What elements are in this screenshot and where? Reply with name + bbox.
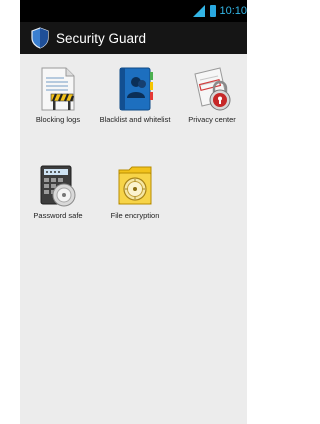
bottom-bar: [20, 408, 247, 424]
app-title: Security Guard: [56, 30, 147, 46]
status-indicators: 10:10: [193, 3, 247, 19]
battery-icon: [210, 5, 217, 17]
feature-file-encryption[interactable]: File encryption: [99, 164, 171, 220]
feature-password-safe[interactable]: Password safe: [22, 164, 94, 220]
feature-blacklist-whitelist[interactable]: Blacklist and whitelist: [99, 66, 171, 124]
feature-privacy-center[interactable]: Privacy center: [176, 66, 247, 124]
blocking-logs-icon: [41, 67, 75, 111]
status-time: 10:10: [219, 5, 247, 17]
feature-label: File encryption: [110, 211, 160, 220]
feature-label: Blacklist and whitelist: [99, 115, 171, 124]
feature-label: Blocking logs: [35, 115, 81, 124]
feature-blocking-logs[interactable]: Blocking logs: [22, 66, 94, 124]
feature-label: Password safe: [33, 211, 83, 220]
signal-icon: [193, 5, 206, 17]
privacy-lock-icon: [194, 67, 231, 111]
file-encryption-icon: [118, 166, 152, 205]
feature-label: Privacy center: [188, 115, 236, 124]
app-screen: 10:10 Security Guard Blocking logs Black…: [20, 0, 247, 424]
action-bar: Security Guard: [20, 22, 247, 54]
password-safe-icon: [40, 165, 76, 207]
status-bar: 10:10: [20, 0, 247, 22]
shield-icon[interactable]: [30, 27, 50, 49]
contacts-book-icon: [119, 67, 153, 111]
